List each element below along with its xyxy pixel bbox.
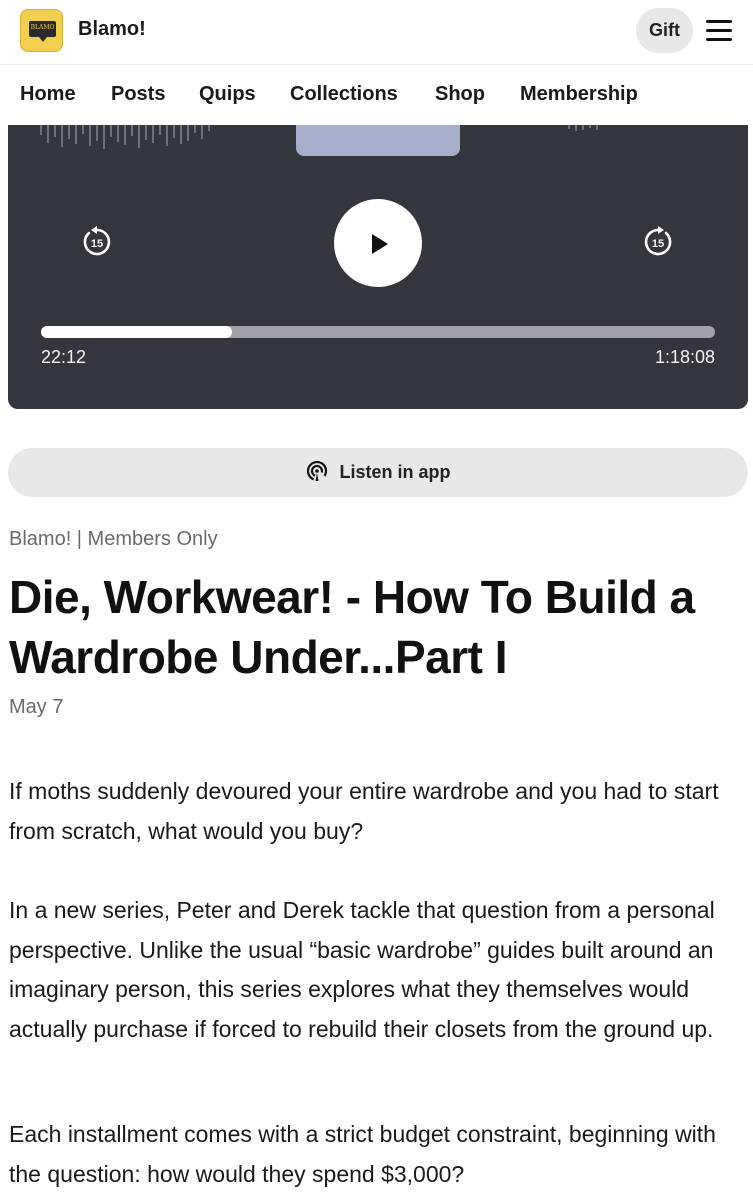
gift-button[interactable]: Gift <box>636 8 693 53</box>
top-bar: BLAMO Blamo! Gift <box>0 0 753 64</box>
total-duration: 1:18:08 <box>654 347 715 367</box>
skip-back-seconds: 15 <box>91 238 103 250</box>
article-paragraph: If moths suddenly devoured your entire w… <box>9 778 719 844</box>
hamburger-menu-icon[interactable] <box>706 20 732 42</box>
nav-item-membership[interactable]: Membership <box>520 83 638 106</box>
listen-in-app-label: Listen in app <box>339 462 451 482</box>
elapsed-time: 22:12 <box>41 347 87 367</box>
progress-fill <box>41 326 233 338</box>
speech-bubble-icon: BLAMO <box>29 21 56 42</box>
article-date: May 7 <box>9 696 64 718</box>
play-icon <box>372 234 388 254</box>
nav-item-collections[interactable]: Collections <box>290 83 398 106</box>
article-paragraph: In a new series, Peter and Derek tackle … <box>9 897 715 1042</box>
nav-item-shop[interactable]: Shop <box>435 83 485 106</box>
waveform-left <box>40 125 215 149</box>
nav-item-quips[interactable]: Quips <box>199 83 256 106</box>
site-name[interactable]: Blamo! <box>78 18 146 41</box>
publication-meta[interactable]: Blamo! | Members Only <box>9 528 218 551</box>
audio-player: 15 15 22:12 1:18:08 <box>8 125 748 409</box>
nav-item-home[interactable]: Home <box>20 83 76 106</box>
nav-item-posts[interactable]: Posts <box>111 83 165 106</box>
play-button[interactable] <box>334 199 422 287</box>
waveform-right <box>568 125 603 149</box>
podcast-icon <box>307 460 328 481</box>
article-title: Die, Workwear! - How To Build a Wardrobe… <box>9 571 695 683</box>
article-paragraph: Each installment comes with a strict bud… <box>9 1121 716 1187</box>
listen-in-app-button[interactable]: Listen in app <box>8 448 748 497</box>
skip-forward-15-icon[interactable]: 15 <box>641 225 675 259</box>
episode-artwork <box>296 125 460 156</box>
main-nav: Home Posts Quips Collections Shop Member… <box>0 64 753 125</box>
skip-back-15-icon[interactable]: 15 <box>80 225 114 259</box>
progress-bar[interactable] <box>41 326 715 338</box>
logo-text: BLAMO <box>30 24 55 31</box>
site-logo[interactable]: BLAMO <box>20 9 63 52</box>
listen-in-app-content: Listen in app <box>8 448 748 497</box>
skip-forward-seconds: 15 <box>652 238 664 250</box>
